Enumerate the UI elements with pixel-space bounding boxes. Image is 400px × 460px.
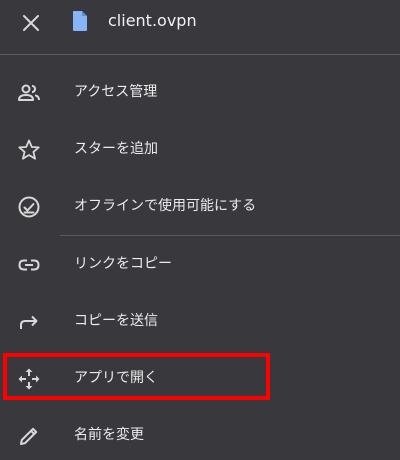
pencil-icon [16, 423, 42, 449]
offline-check-icon [16, 194, 42, 220]
file-name: client.ovpn [108, 11, 197, 30]
menu-item-label: アプリで開く [74, 370, 158, 386]
people-icon [16, 80, 42, 106]
menu-item-add-star[interactable]: スターを追加 [0, 121, 400, 177]
menu-item-make-available-offline[interactable]: オフラインで使用可能にする [0, 178, 400, 234]
menu-item-label: リンクをコピー [74, 256, 172, 272]
star-icon [16, 137, 42, 163]
close-button[interactable] [14, 6, 48, 40]
open-with-icon [16, 366, 42, 392]
link-icon [16, 252, 42, 278]
menu-item-manage-access[interactable]: アクセス管理 [0, 64, 400, 120]
menu-item-label: スターを追加 [74, 141, 158, 157]
bottom-sheet-header: client.ovpn [0, 0, 400, 54]
menu-item-open-with-app[interactable]: アプリで開く [0, 350, 400, 406]
share-arrow-icon [16, 309, 42, 335]
menu-item-rename[interactable]: 名前を変更 [0, 407, 400, 460]
menu-item-copy-link[interactable]: リンクをコピー [0, 236, 400, 292]
document-icon [73, 11, 87, 31]
header-divider [0, 54, 400, 55]
menu-item-label: コピーを送信 [74, 313, 158, 329]
menu-item-send-copy[interactable]: コピーを送信 [0, 293, 400, 349]
close-icon [23, 15, 39, 31]
menu-item-label: 名前を変更 [74, 427, 144, 443]
menu-item-label: オフラインで使用可能にする [74, 198, 257, 214]
menu-item-label: アクセス管理 [74, 84, 158, 100]
